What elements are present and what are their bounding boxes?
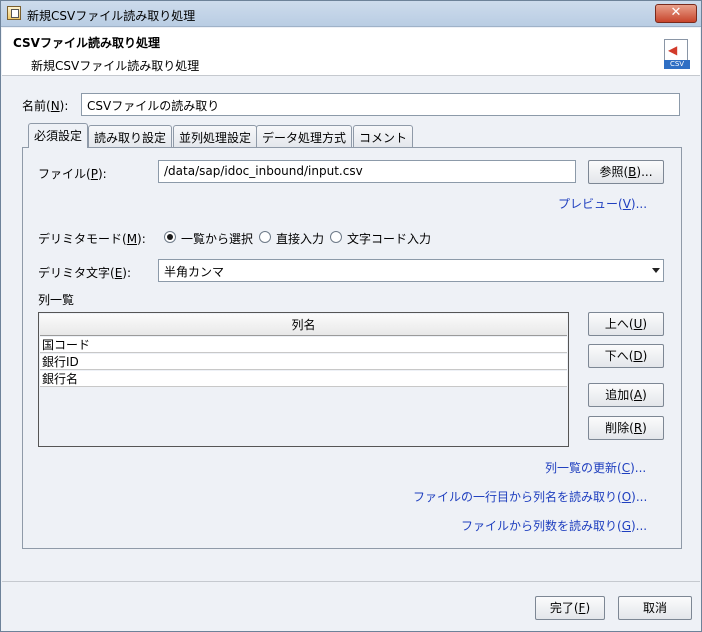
radio-label-charcode-input: 文字コード入力	[347, 232, 432, 246]
radio-label-select-from-list: 一覧から選択	[181, 232, 254, 246]
close-button[interactable]: ✕	[655, 4, 697, 23]
read-column-count-link[interactable]: ファイルから列数を読み取り(G)...	[461, 517, 647, 534]
table-row[interactable]: 銀行ID	[40, 354, 567, 370]
radio-charcode-input[interactable]	[330, 231, 342, 243]
app-icon	[7, 6, 21, 20]
browse-button[interactable]: 参照(B)...	[588, 160, 664, 184]
name-input[interactable]: CSVファイルの読み取り	[81, 93, 680, 116]
delimiter-mode-label: デリミタモード(M):	[38, 232, 146, 246]
move-down-button[interactable]: 下へ(D)	[588, 344, 664, 368]
table-row[interactable]: 銀行名	[40, 371, 567, 387]
table-row[interactable]: 国コード	[40, 337, 567, 353]
tab-required-settings[interactable]: 必須設定	[28, 123, 89, 148]
finish-button[interactable]: 完了(F)	[535, 596, 605, 620]
footer-divider	[2, 581, 700, 582]
banner-title: CSVファイル読み取り処理	[13, 36, 160, 50]
radio-direct-input[interactable]	[259, 231, 271, 243]
column-table: 列名 国コード 銀行ID 銀行名	[38, 312, 569, 447]
banner-subtitle: 新規CSVファイル読み取り処理	[31, 59, 200, 73]
tab-parallel-settings[interactable]: 並列処理設定	[173, 125, 258, 147]
tab-comment[interactable]: コメント	[353, 125, 414, 147]
preview-link[interactable]: プレビュー(V)...	[558, 195, 647, 212]
chevron-down-icon	[652, 268, 660, 273]
tab-data-processing[interactable]: データ処理方式	[256, 125, 353, 147]
name-label: 名前(N):	[22, 99, 69, 113]
delimiter-char-value: 半角カンマ	[164, 265, 225, 279]
csv-icon-tag: CSV	[664, 60, 690, 69]
refresh-columns-link[interactable]: 列一覧の更新(C)...	[545, 459, 646, 476]
tab-read-settings[interactable]: 読み取り設定	[88, 125, 173, 147]
radio-label-direct-input: 直接入力	[276, 232, 325, 246]
radio-select-from-list[interactable]	[164, 231, 176, 243]
title-bar[interactable]: 新規CSVファイル読み取り処理 ✕	[1, 1, 701, 27]
column-header-name[interactable]: 列名	[40, 314, 567, 336]
dialog-window: 新規CSVファイル読み取り処理 ✕ CSVファイル読み取り処理 新規CSVファイ…	[0, 0, 702, 632]
file-path-input[interactable]: /data/sap/idoc_inbound/input.csv	[158, 160, 576, 183]
move-up-button[interactable]: 上へ(U)	[588, 312, 664, 336]
delimiter-char-label: デリミタ文字(E):	[38, 266, 132, 280]
delimiter-char-select[interactable]: 半角カンマ	[158, 259, 664, 282]
add-column-button[interactable]: 追加(A)	[588, 383, 664, 407]
file-label: ファイル(P):	[38, 167, 107, 181]
cancel-button[interactable]: 取消	[618, 596, 692, 620]
read-column-names-link[interactable]: ファイルの一行目から列名を読み取り(O)...	[413, 488, 647, 505]
csv-file-icon: ◀ CSV	[664, 39, 690, 69]
window-title: 新規CSVファイル読み取り処理	[27, 9, 196, 23]
delete-column-button[interactable]: 削除(R)	[588, 416, 664, 440]
column-list-label: 列一覧	[38, 293, 75, 307]
header-banner: CSVファイル読み取り処理 新規CSVファイル読み取り処理 ◀ CSV	[2, 28, 700, 76]
